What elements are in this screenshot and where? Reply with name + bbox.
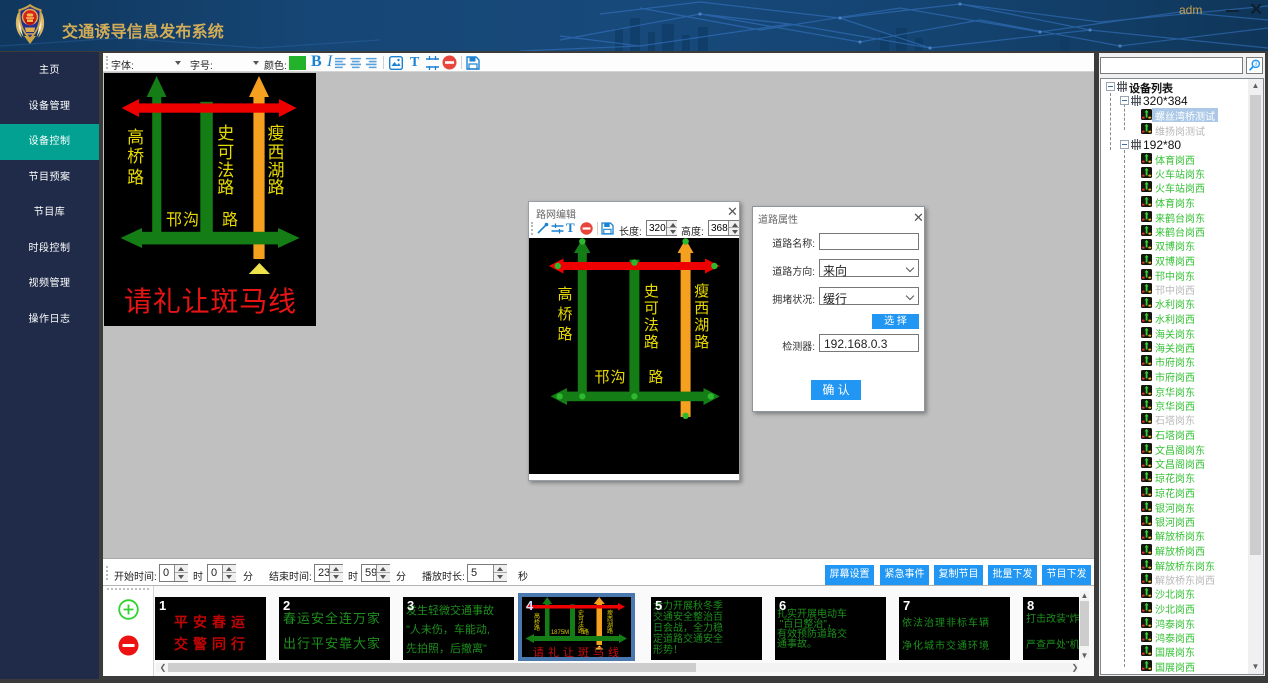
svg-text:桥: 桥	[127, 147, 144, 166]
svg-text:路: 路	[557, 326, 572, 343]
svg-text:高: 高	[534, 612, 540, 620]
svg-text:湖: 湖	[694, 317, 709, 334]
svg-text:高: 高	[127, 128, 144, 147]
svg-text:西: 西	[694, 300, 709, 317]
svg-text:法: 法	[644, 317, 659, 334]
svg-text:史: 史	[644, 283, 659, 300]
svg-text:史: 史	[578, 609, 584, 617]
svg-text:瘦: 瘦	[607, 609, 613, 617]
svg-text:西: 西	[268, 143, 285, 162]
svg-text:路: 路	[607, 627, 613, 635]
svg-text:路: 路	[644, 334, 659, 351]
svg-text:路: 路	[268, 178, 285, 197]
svg-text:桥: 桥	[557, 306, 572, 323]
svg-text:邗: 邗	[594, 369, 609, 386]
svg-text:桥: 桥	[534, 618, 540, 626]
svg-text:瘦: 瘦	[694, 283, 709, 300]
svg-text:路: 路	[127, 168, 144, 187]
svg-text:路: 路	[694, 334, 709, 351]
svg-text:路: 路	[222, 211, 238, 229]
svg-text:史: 史	[217, 124, 234, 143]
svg-text:路: 路	[648, 369, 663, 386]
svg-text:邗: 邗	[166, 211, 182, 229]
svg-text:3: 3	[1254, 62, 1257, 68]
svg-text:法: 法	[578, 621, 584, 629]
svg-text:可: 可	[578, 616, 584, 623]
svg-text:路: 路	[534, 624, 540, 632]
svg-text:沟: 沟	[610, 369, 625, 386]
svg-text:路: 路	[583, 628, 589, 636]
svg-text:路: 路	[217, 178, 234, 197]
svg-text:西: 西	[607, 616, 613, 623]
svg-text:瘦: 瘦	[268, 124, 285, 143]
svg-text:湖: 湖	[607, 621, 613, 629]
svg-text:沟: 沟	[183, 211, 199, 229]
svg-text:请礼让斑马线: 请礼让斑马线	[533, 645, 619, 657]
svg-text:可: 可	[217, 143, 234, 162]
svg-text:1875M: 1875M	[551, 630, 569, 636]
svg-text:高: 高	[557, 286, 572, 303]
svg-text:请礼让斑马线: 请礼让斑马线	[124, 286, 296, 317]
svg-text:可: 可	[644, 300, 659, 317]
